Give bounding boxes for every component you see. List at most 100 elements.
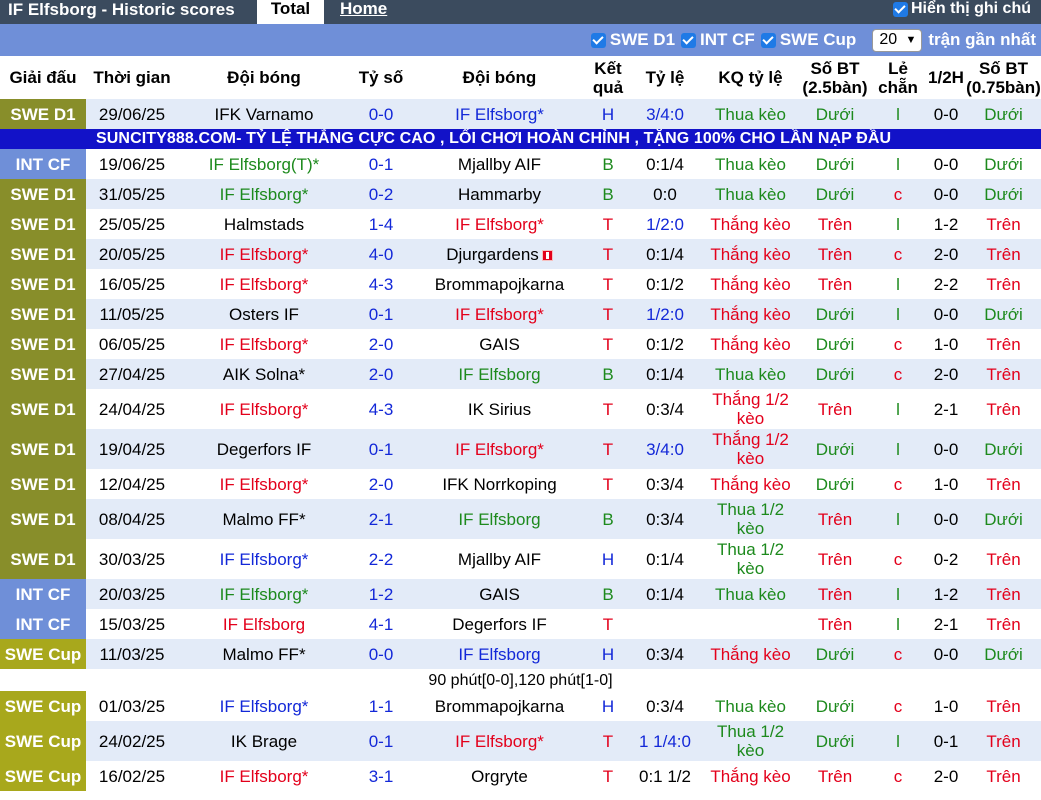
match-result: T [587, 609, 629, 639]
checkbox-icon[interactable] [893, 1, 908, 17]
home-team: AIK Solna* [178, 359, 350, 389]
checkbox-icon[interactable] [681, 32, 697, 48]
goals-075: Dưới [966, 179, 1041, 209]
odd-even: c [870, 691, 926, 721]
match-odds: 0:0 [629, 179, 701, 209]
match-result: H [587, 691, 629, 721]
match-note-row: 90 phút[0-0],120 phút[1-0] [0, 669, 1041, 691]
goals-075: Trên [966, 721, 1041, 761]
col-odds: Tỷ lệ [629, 56, 701, 99]
odd-even: l [870, 269, 926, 299]
away-team: Djurgardens [412, 239, 587, 269]
match-date: 11/03/25 [86, 639, 178, 669]
match-odds: 0:3/4 [629, 469, 701, 499]
home-team: IF Elfsborg(T)* [178, 149, 350, 179]
match-date: 08/04/25 [86, 499, 178, 539]
away-team: IK Sirius [412, 389, 587, 429]
away-team: Orgryte [412, 761, 587, 791]
match-score: 2-0 [350, 329, 412, 359]
odds-result: Thắng kèo [701, 299, 800, 329]
odds-result: Thắng kèo [701, 639, 800, 669]
home-team: IF Elfsborg* [178, 179, 350, 209]
home-team: IF Elfsborg* [178, 239, 350, 269]
odd-even: c [870, 329, 926, 359]
away-team: IF Elfsborg* [412, 429, 587, 469]
match-score: 1-2 [350, 579, 412, 609]
match-score: 0-2 [350, 179, 412, 209]
goals-075: Trên [966, 329, 1041, 359]
tab-total[interactable]: Total [257, 0, 324, 24]
odd-even: l [870, 389, 926, 429]
red-card-icon [541, 249, 553, 261]
match-odds: 0:1/2 [629, 329, 701, 359]
match-score: 4-3 [350, 389, 412, 429]
league-badge: INT CF [0, 149, 86, 179]
filter-swe-cup[interactable]: SWE Cup [760, 30, 856, 50]
ad-banner-row[interactable]: SUNCITY888.COM- TỶ LỆ THẮNG CỰC CAO , LỐ… [0, 129, 1041, 149]
tab-home[interactable]: Home [340, 0, 387, 18]
goals-075: Dưới [966, 639, 1041, 669]
results-body: SWE D1 29/06/25 IFK Varnamo 0-0 IF Elfsborg*… [0, 99, 1041, 791]
match-note: 90 phút[0-0],120 phút[1-0] [0, 669, 1041, 691]
col-odd-even: Lẻ chẵn [870, 56, 926, 99]
header-row: Giải đấu Thời gian Đội bóng Tỷ số Đội bó… [0, 56, 1041, 99]
col-team2: Đội bóng [412, 56, 587, 99]
match-row: SWE D1 06/05/25 IF Elfsborg* 2-0 GAIS T 0:1/2 T… [0, 329, 1041, 359]
match-result: H [587, 539, 629, 579]
half-score: 1-0 [926, 329, 966, 359]
goals-075: Dưới [966, 99, 1041, 129]
goals-25: Dưới [800, 179, 870, 209]
goals-25: Dưới [800, 359, 870, 389]
odds-result: Thắng kèo [701, 269, 800, 299]
away-team: Hammarby [412, 179, 587, 209]
half-score: 1-0 [926, 469, 966, 499]
goals-075: Trên [966, 389, 1041, 429]
match-score: 0-1 [350, 299, 412, 329]
col-odds-result: KQ tỷ lệ [701, 56, 800, 99]
away-team: IF Elfsborg [412, 499, 587, 539]
away-team: IF Elfsborg [412, 359, 587, 389]
match-score: 0-0 [350, 639, 412, 669]
checkbox-icon[interactable] [760, 32, 776, 48]
odds-result: Thua kèo [701, 179, 800, 209]
league-badge: SWE D1 [0, 499, 86, 539]
match-row: SWE Cup 16/02/25 IF Elfsborg* 3-1 Orgryte T 0:… [0, 761, 1041, 791]
half-score: 2-0 [926, 239, 966, 269]
match-count-select[interactable]: 20 ▼ [872, 28, 923, 52]
checkbox-icon[interactable] [590, 32, 606, 48]
show-notes-toggle[interactable]: Hiển thị ghi chú [893, 0, 1031, 18]
half-score: 0-0 [926, 99, 966, 129]
match-odds: 0:1/4 [629, 239, 701, 269]
away-team: IF Elfsborg* [412, 209, 587, 239]
odd-even: c [870, 539, 926, 579]
odds-result: Thua kèo [701, 359, 800, 389]
match-row: SWE D1 08/04/25 Malmo FF* 2-1 IF Elfsborg B 0:… [0, 499, 1041, 539]
half-score: 0-0 [926, 639, 966, 669]
filter-swe-d1[interactable]: SWE D1 [590, 30, 675, 50]
filter-int-cf[interactable]: INT CF [681, 30, 755, 50]
match-date: 06/05/25 [86, 329, 178, 359]
match-odds: 0:3/4 [629, 691, 701, 721]
odd-even: l [870, 499, 926, 539]
goals-075: Dưới [966, 299, 1041, 329]
match-result: T [587, 761, 629, 791]
match-result: T [587, 239, 629, 269]
match-result: T [587, 469, 629, 499]
home-team: Malmo FF* [178, 499, 350, 539]
half-score: 2-1 [926, 389, 966, 429]
match-odds: 1/2:0 [629, 299, 701, 329]
col-league: Giải đấu [0, 56, 86, 99]
col-score: Tỷ số [350, 56, 412, 99]
league-badge: SWE D1 [0, 299, 86, 329]
odd-even: c [870, 359, 926, 389]
half-score: 2-2 [926, 269, 966, 299]
col-goals-25: Số BT (2.5bàn) [800, 56, 870, 99]
odd-even: c [870, 639, 926, 669]
goals-25: Dưới [800, 329, 870, 359]
away-team: IF Elfsborg [412, 639, 587, 669]
goals-075: Trên [966, 209, 1041, 239]
home-team: Halmstads [178, 209, 350, 239]
match-score: 4-1 [350, 609, 412, 639]
odds-result: Thắng kèo [701, 239, 800, 269]
ad-banner[interactable]: SUNCITY888.COM- TỶ LỆ THẮNG CỰC CAO , LỐ… [0, 129, 1041, 149]
